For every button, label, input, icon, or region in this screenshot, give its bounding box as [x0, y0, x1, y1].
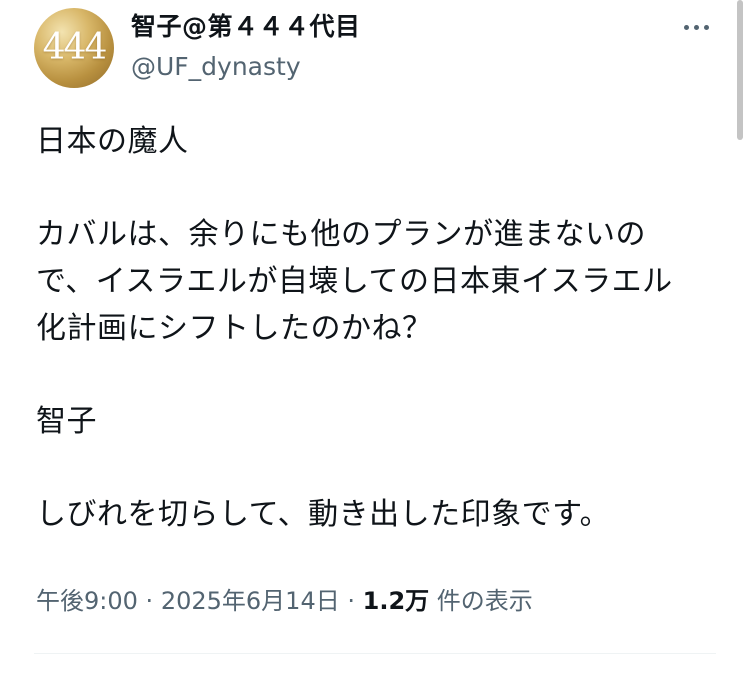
more-horizontal-icon-dot	[704, 25, 709, 30]
avatar[interactable]: 444	[34, 8, 114, 88]
tweet-date[interactable]: 2025年6月14日	[161, 587, 340, 615]
tweet-text: 日本の魔人 カバルは、余りにも他のプランが進まないの で、イスラエルが自壊しての…	[36, 118, 716, 538]
tweet-line: で、イスラエルが自壊しての日本東イスラエル	[36, 264, 673, 299]
tweet-line: 化計画にシフトしたのかね？	[36, 311, 433, 346]
meta-separator: ·	[145, 587, 154, 615]
tweet-time[interactable]: 午後9:00	[36, 587, 138, 615]
tweet-line: しびれを切らして、動き出した印象です。	[36, 497, 611, 532]
tweet-line: カバルは、余りにも他のプランが進まないの	[36, 217, 646, 252]
more-horizontal-icon	[684, 25, 689, 30]
divider	[34, 653, 716, 654]
views-label[interactable]: 件の表示	[437, 587, 533, 615]
tweet-line: 日本の魔人	[36, 124, 189, 159]
more-horizontal-icon-dot	[694, 25, 699, 30]
user-handle[interactable]: @UF_dynasty	[131, 50, 301, 84]
avatar-logo-text: 444	[42, 27, 108, 68]
scrollbar[interactable]	[737, 0, 743, 140]
tweet-line: 智子	[36, 404, 97, 439]
tweet-card: 444 智子@第４４４代目 @UF_dynasty 日本の魔人 カバルは、余りに…	[0, 0, 750, 676]
meta-separator: ·	[347, 587, 355, 615]
display-name[interactable]: 智子@第４４４代目	[131, 10, 361, 44]
tweet-meta: 午後9:00 · 2025年6月14日 · 1.2万 件の表示	[36, 584, 533, 618]
more-options-button[interactable]	[676, 12, 716, 42]
views-count[interactable]: 1.2万	[363, 587, 430, 615]
